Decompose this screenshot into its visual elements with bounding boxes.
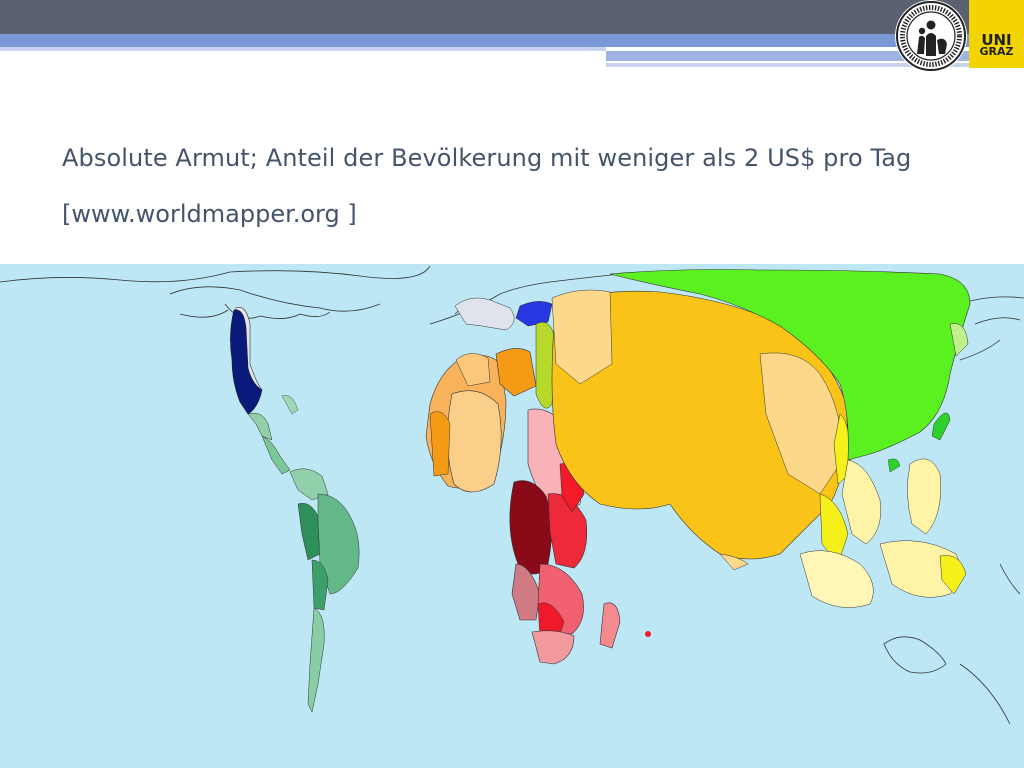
nigeria [447, 390, 502, 493]
uni-graz-logo[interactable]: UNI GRAZ [969, 0, 1024, 68]
mauritius [645, 631, 651, 637]
slide: UNI GRAZ Absolute Armut; Anteil der Bevö… [0, 0, 1024, 768]
logo-line-graz: GRAZ [979, 45, 1014, 58]
worldmapper-cartogram [0, 264, 1024, 768]
header-stripe-light [0, 47, 606, 51]
university-seal [895, 0, 967, 72]
header-bar [0, 0, 1024, 34]
source-link[interactable]: [www.worldmapper.org ] [62, 196, 662, 232]
header-stripe-blue [0, 34, 1024, 47]
slide-title: Absolute Armut; Anteil der Bevölkerung m… [62, 144, 912, 172]
